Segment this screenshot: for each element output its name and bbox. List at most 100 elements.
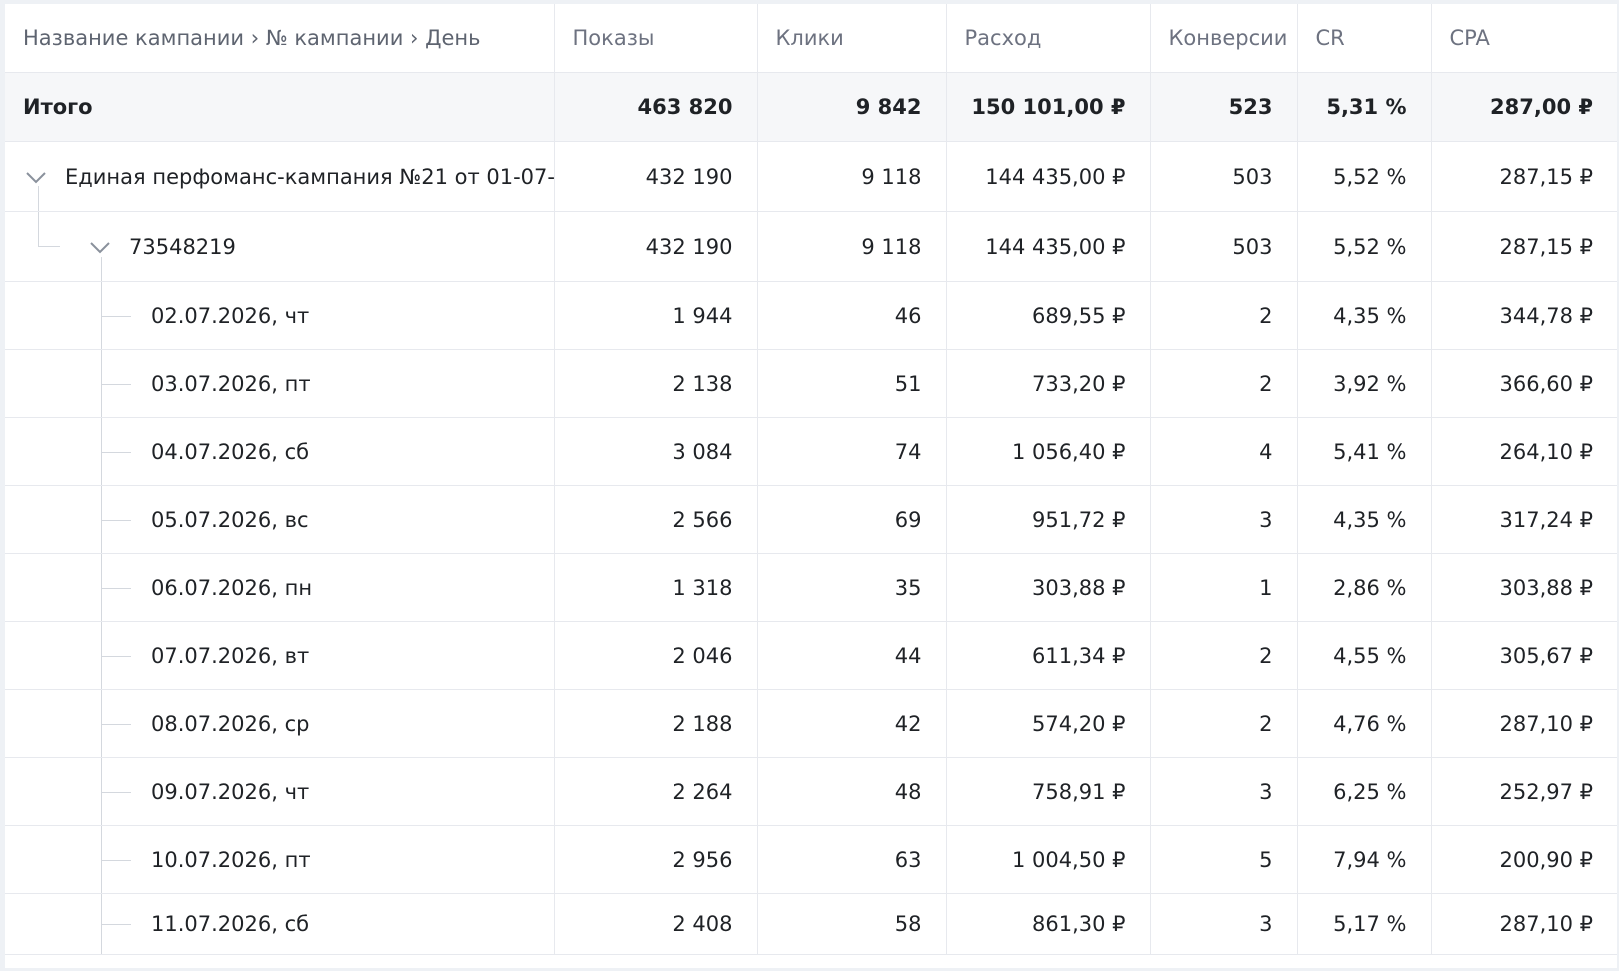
day-spend: 1 056,40 ₽ <box>946 417 1151 486</box>
day-cr: 5,17 % <box>1297 893 1432 955</box>
column-header-conversions[interactable]: Конверсии <box>1150 4 1298 73</box>
tree-connector <box>101 924 131 925</box>
day-cr: 3,92 % <box>1297 349 1432 418</box>
day-cpa: 252,97 ₽ <box>1431 757 1617 826</box>
day-impressions: 2 188 <box>554 689 758 758</box>
column-header-clicks[interactable]: Клики <box>757 4 947 73</box>
day-cpa: 303,88 ₽ <box>1431 553 1617 622</box>
tree-connector <box>38 212 39 246</box>
total-spend: 150 101,00 ₽ <box>946 72 1151 142</box>
day-label-cell: 09.07.2026, чт <box>5 757 555 826</box>
day-label: 03.07.2026, пт <box>151 371 311 396</box>
table-row[interactable]: 08.07.2026, ср 2 188 42 574,20 ₽2 4,76 % 287,… <box>5 689 1617 758</box>
tree-connector <box>101 859 131 861</box>
campaign-id-inner: 73548219 <box>23 234 530 260</box>
day-impressions: 2 046 <box>554 621 758 690</box>
total-clicks: 9 842 <box>757 72 947 142</box>
day-cr: 4,35 % <box>1297 281 1432 350</box>
day-cpa: 200,90 ₽ <box>1431 825 1617 894</box>
total-impressions: 463 820 <box>554 72 758 142</box>
day-clicks: 58 <box>757 893 947 955</box>
tree-connector <box>101 723 131 725</box>
day-label-cell: 10.07.2026, пт <box>5 825 555 894</box>
total-conversions: 523 <box>1150 72 1298 142</box>
total-cr: 5,31 % <box>1297 72 1432 142</box>
campaign-clicks: 9 118 <box>757 141 947 212</box>
campaign-id-cpa: 287,15 ₽ <box>1431 211 1617 282</box>
column-header-cpa[interactable]: CPA <box>1431 4 1617 73</box>
table-row[interactable]: 09.07.2026, чт 2 264 48 758,91 ₽3 6,25 % 252,… <box>5 757 1617 826</box>
day-clicks: 48 <box>757 757 947 826</box>
campaign-row[interactable]: Единая перфоманс-кампания №21 от 01-07-2… <box>5 141 1617 212</box>
chevron-down-icon[interactable] <box>23 164 49 190</box>
table-row[interactable]: 04.07.2026, сб 3 084 74 1 056,40 ₽4 5,41 % 26… <box>5 417 1617 486</box>
day-clicks: 51 <box>757 349 947 418</box>
day-label: 02.07.2026, чт <box>151 303 310 328</box>
day-conversions: 1 <box>1150 553 1298 622</box>
day-conversions: 2 <box>1150 689 1298 758</box>
day-cpa: 344,78 ₽ <box>1431 281 1617 350</box>
total-label: Итого <box>5 72 555 142</box>
day-spend: 758,91 ₽ <box>946 757 1151 826</box>
stats-table: Название кампании › № кампании › День По… <box>5 4 1617 955</box>
day-spend: 611,34 ₽ <box>946 621 1151 690</box>
campaign-id-spend: 144 435,00 ₽ <box>946 211 1151 282</box>
day-impressions: 2 264 <box>554 757 758 826</box>
table-row[interactable]: 02.07.2026, чт 1 944 46 689,55 ₽2 4,35 % 344,… <box>5 281 1617 350</box>
day-cr: 6,25 % <box>1297 757 1432 826</box>
day-conversions: 2 <box>1150 349 1298 418</box>
campaign-id-cr: 5,52 % <box>1297 211 1432 282</box>
tree-connector <box>38 186 39 211</box>
total-row: Итого 463 820 9 842 150 101,00 ₽ 523 5,3… <box>5 72 1617 142</box>
tree-connector <box>101 315 131 317</box>
chevron-down-icon[interactable] <box>87 234 113 260</box>
day-cr: 5,41 % <box>1297 417 1432 486</box>
campaign-id-impressions: 432 190 <box>554 211 758 282</box>
day-spend: 689,55 ₽ <box>946 281 1151 350</box>
day-label-cell: 04.07.2026, сб <box>5 417 555 486</box>
day-label: 10.07.2026, пт <box>151 847 311 872</box>
table-row[interactable]: 10.07.2026, пт 2 956 63 1 004,50 ₽5 7,94 % 20… <box>5 825 1617 894</box>
day-clicks: 46 <box>757 281 947 350</box>
day-impressions: 2 956 <box>554 825 758 894</box>
stats-table-panel: Название кампании › № кампании › День По… <box>5 4 1617 968</box>
total-cpa: 287,00 ₽ <box>1431 72 1617 142</box>
day-conversions: 3 <box>1150 893 1298 955</box>
table-row[interactable]: 11.07.2026, сб 2 408 58 861,30 ₽3 5,17 % 287,… <box>5 893 1617 955</box>
column-header-spend[interactable]: Расход <box>946 4 1151 73</box>
table-row[interactable]: 06.07.2026, пн 1 318 35 303,88 ₽1 2,86 % 303,… <box>5 553 1617 622</box>
column-header-impressions[interactable]: Показы <box>554 4 758 73</box>
day-label-cell: 05.07.2026, вс <box>5 485 555 554</box>
campaign-id-row[interactable]: 73548219 432 190 9 118 144 435,00 ₽ 503 … <box>5 211 1617 282</box>
campaign-impressions: 432 190 <box>554 141 758 212</box>
day-clicks: 44 <box>757 621 947 690</box>
campaign-id: 73548219 <box>129 234 236 259</box>
column-header-cr[interactable]: CR <box>1297 4 1432 73</box>
day-label-cell: 03.07.2026, пт <box>5 349 555 418</box>
table-row[interactable]: 07.07.2026, вт 2 046 44 611,34 ₽2 4,55 % 305,… <box>5 621 1617 690</box>
tree-connector <box>101 257 102 281</box>
day-clicks: 74 <box>757 417 947 486</box>
day-cpa: 317,24 ₽ <box>1431 485 1617 554</box>
day-impressions: 1 944 <box>554 281 758 350</box>
campaign-id-conversions: 503 <box>1150 211 1298 282</box>
day-label: 11.07.2026, сб <box>151 912 310 936</box>
day-conversions: 2 <box>1150 281 1298 350</box>
table-row[interactable]: 03.07.2026, пт 2 138 51 733,20 ₽2 3,92 % 366,… <box>5 349 1617 418</box>
day-clicks: 63 <box>757 825 947 894</box>
day-spend: 303,88 ₽ <box>946 553 1151 622</box>
campaign-conversions: 503 <box>1150 141 1298 212</box>
day-label: 09.07.2026, чт <box>151 779 310 804</box>
day-label-cell: 02.07.2026, чт <box>5 281 555 350</box>
table-row[interactable]: 05.07.2026, вс 2 566 69 951,72 ₽3 4,35 % 317,… <box>5 485 1617 554</box>
tree-connector <box>101 451 131 453</box>
day-label-cell: 07.07.2026, вт <box>5 621 555 690</box>
day-cr: 2,86 % <box>1297 553 1432 622</box>
day-impressions: 3 084 <box>554 417 758 486</box>
column-header-name[interactable]: Название кампании › № кампании › День <box>5 4 555 73</box>
day-spend: 951,72 ₽ <box>946 485 1151 554</box>
day-cr: 4,55 % <box>1297 621 1432 690</box>
day-cpa: 305,67 ₽ <box>1431 621 1617 690</box>
day-cr: 4,35 % <box>1297 485 1432 554</box>
day-cpa: 264,10 ₽ <box>1431 417 1617 486</box>
